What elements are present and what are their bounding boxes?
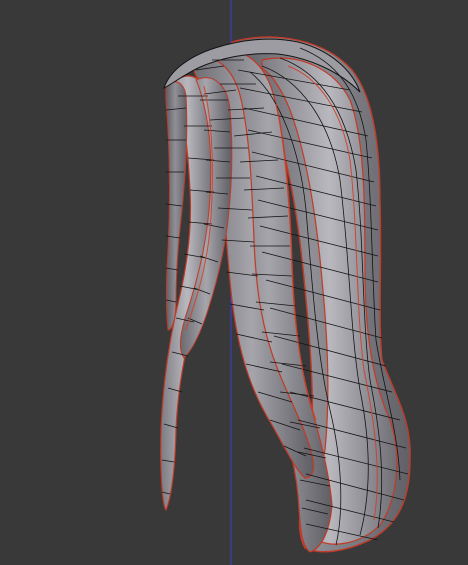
- viewport-canvas[interactable]: [0, 0, 468, 565]
- 3d-viewport[interactable]: [0, 0, 468, 565]
